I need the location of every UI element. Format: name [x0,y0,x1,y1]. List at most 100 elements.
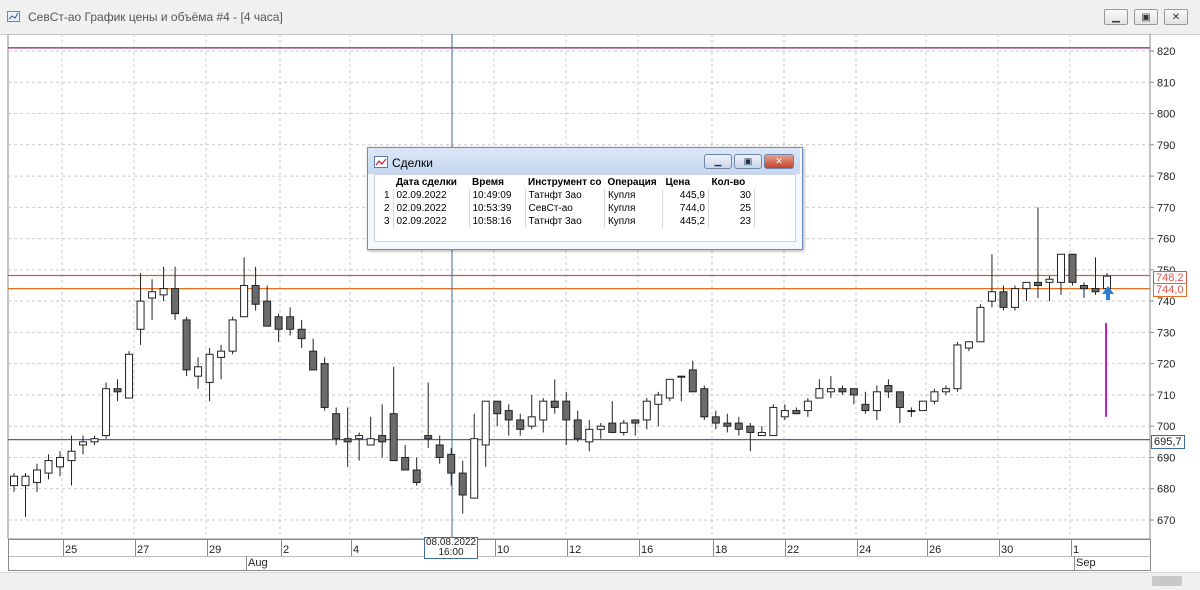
candle-body [56,456,65,468]
y-tick-label: 680 [1157,484,1175,496]
candle-body [930,391,939,402]
candle-body [1033,281,1042,286]
x-tick-label: 18 [715,544,728,556]
y-tick-label: 710 [1157,390,1175,402]
candle-body [458,472,467,496]
candle-body [205,353,214,383]
candle-body [849,388,858,396]
cell-qty: 30 [708,189,755,202]
col-date[interactable]: Дата сделки [393,175,469,189]
candle-body [872,391,881,412]
candle-body [1022,281,1031,290]
cell-operation: Купля [604,189,663,202]
x-tick [1071,540,1072,556]
y-tick-label: 740 [1157,296,1175,308]
x-tick [927,540,928,556]
table-row[interactable]: 3 02.09.2022 10:58:16 Татнфт 3ао Купля 4… [375,215,755,228]
candle-body [723,422,732,427]
deals-title: Сделки [392,156,433,170]
deals-titlebar[interactable]: Сделки ▁ ▣ ✕ [368,148,800,174]
candle [320,357,329,411]
candle-body [33,469,42,483]
cell-time: 10:53:39 [469,202,526,215]
candle-body [826,388,835,393]
candle-body [424,435,433,440]
candle-body [964,341,973,349]
y-tick-label: 760 [1157,234,1175,246]
col-time[interactable]: Время [469,175,525,189]
col-operation[interactable]: Операция [604,175,662,189]
table-row[interactable]: 1 02.09.2022 10:49:09 Татнфт 3ао Купля 4… [375,189,755,202]
price-chart[interactable]: 6706806907007107207307407507607707807908… [0,34,1200,539]
candle-body [711,416,720,424]
minimize-button[interactable]: ▁ [1104,9,1128,25]
candle-body [412,469,421,483]
deals-icon [374,156,388,168]
x-tick [351,540,352,556]
deals-minimize-button[interactable]: ▁ [704,154,732,169]
price-tag-695: 695,7 [1151,435,1185,449]
x-tick-label: 26 [929,544,942,556]
horizontal-scrollbar[interactable] [0,572,1200,590]
window-titlebar: СевСт-ао График цены и объёма #4 - [4 ча… [0,0,1200,35]
restore-button[interactable]: ▣ [1134,9,1158,25]
candle-body [1079,285,1088,290]
table-row[interactable]: 2 02.09.2022 10:53:39 СевСт-ао Купля 744… [375,202,755,215]
col-instrument[interactable]: Инструмент со [525,175,604,189]
candle-body [1045,278,1054,283]
candle-body [884,385,893,393]
y-tick-label: 700 [1157,421,1175,433]
candle-body [1068,253,1077,283]
y-tick-label: 690 [1157,452,1175,464]
x-tick-label: 29 [209,544,222,556]
close-icon: ✕ [775,156,783,166]
cell-price: 445,2 [662,215,709,228]
col-index[interactable] [375,175,393,189]
candle-body [573,419,582,440]
candle-body [596,425,605,430]
y-tick-label: 780 [1157,171,1175,183]
candle-body [918,400,927,412]
candle-body [481,400,490,446]
month-label: Aug [248,557,268,569]
candle-body [642,400,651,421]
candle-body [90,438,99,443]
cell-price: 445,9 [662,189,709,202]
candle-body [987,291,996,302]
candle-body [780,410,789,418]
candle-body [769,406,778,437]
cell-instrument: Татнфт 3ао [525,189,605,202]
deals-restore-button[interactable]: ▣ [734,154,762,169]
candle-body [148,291,157,299]
y-tick-label: 730 [1157,327,1175,339]
close-button[interactable]: ✕ [1164,9,1188,25]
x-tick [495,540,496,556]
candle-body [378,435,387,443]
candle-body [941,388,950,393]
minimize-icon: ▁ [714,156,722,166]
candle [976,304,985,343]
deals-close-button[interactable]: ✕ [764,154,794,169]
cell-index: 1 [375,189,394,202]
deals-window[interactable]: Сделки ▁ ▣ ✕ Дата сделки Время Инструмен… [367,147,803,250]
x-tick [567,540,568,556]
price-tag-744: 744,0 [1153,283,1187,297]
candle-body [1010,288,1019,308]
axis-divider [9,556,1150,557]
x-tick-label: 24 [859,544,872,556]
candle-body [355,435,364,440]
candle-body [435,444,444,458]
candle-body [976,306,985,343]
cell-date: 02.09.2022 [393,189,470,202]
candle-body [21,475,30,487]
candle-body [113,388,122,393]
candle-body [619,422,628,433]
col-qty[interactable]: Кол-во [708,175,754,189]
deals-table[interactable]: Дата сделки Время Инструмент со Операция… [374,174,796,242]
candle-body [10,475,18,487]
candle [953,341,962,392]
scrollbar-thumb[interactable] [1152,576,1182,586]
x-tick-label: 30 [1001,544,1014,556]
col-price[interactable]: Цена [662,175,708,189]
candle-body [838,388,847,393]
